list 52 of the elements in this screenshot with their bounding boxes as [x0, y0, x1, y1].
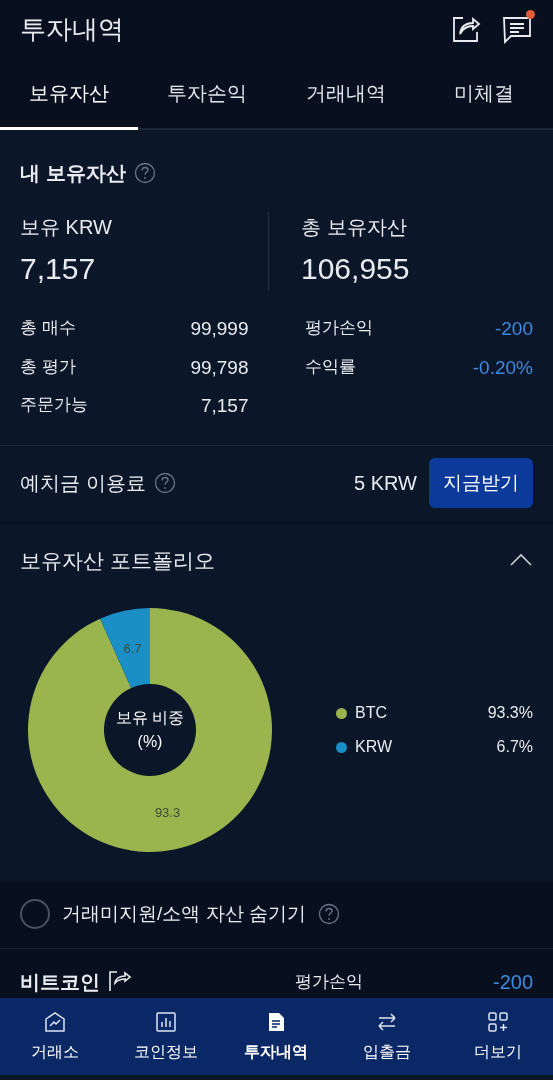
stat-value: 106,955 [301, 251, 411, 287]
help-icon[interactable] [133, 162, 156, 184]
chat-icon[interactable] [501, 14, 533, 44]
legend-label: KRW [355, 737, 393, 757]
stat-label: 총 보유자산 [301, 215, 408, 240]
row-value: -200 [492, 969, 533, 995]
help-icon[interactable] [153, 472, 176, 494]
stat-value: 7,157 [20, 251, 97, 287]
page-title: 투자내역 [20, 12, 124, 46]
claim-button[interactable]: 지금받기 [429, 458, 533, 508]
row-label: 평가손익 [295, 970, 363, 993]
help-icon[interactable] [317, 903, 340, 925]
row-label: 총 평가 [20, 355, 76, 378]
tab[interactable]: 미체결 [414, 58, 553, 130]
share-icon[interactable] [108, 968, 132, 991]
checkbox-label: 거래미지원/소액 자산 숨기기 [62, 901, 306, 926]
section-title: 보유자산 포트폴리오 [20, 547, 215, 574]
legend-percent: 6.7% [496, 737, 533, 757]
row-label: 주문가능 [20, 394, 88, 416]
row-label: 총 매수 [20, 317, 76, 339]
row-value: 7,157 [200, 394, 249, 418]
house-chart-icon [43, 1009, 68, 1034]
checkbox[interactable] [20, 899, 50, 929]
slice-label: 6.7 [123, 640, 142, 656]
row-value: -200 [494, 317, 533, 341]
tab[interactable]: 보유자산 [0, 58, 139, 130]
chevron-up-icon[interactable] [509, 553, 533, 568]
nav-item[interactable]: 투자내역 [221, 998, 332, 1075]
fee-label: 예치금 이용료 [20, 471, 146, 496]
bar-chart-icon [153, 1009, 178, 1034]
share-icon[interactable] [451, 14, 481, 44]
row-value: -0.20% [472, 355, 533, 380]
tab[interactable]: 투자손익 [138, 58, 277, 130]
slice-label: 93.3 [154, 805, 181, 821]
donut-center-unit: (%) [137, 732, 163, 752]
coin-name[interactable]: 비트코인 [20, 966, 100, 997]
row-value: 99,999 [190, 317, 249, 341]
nav-item[interactable]: 거래소 [0, 998, 111, 1075]
grid-plus-icon [485, 1009, 510, 1034]
legend-label: BTC [355, 703, 387, 723]
fee-amount: 5 KRW [354, 471, 417, 496]
legend-percent: 93.3% [487, 703, 533, 723]
row-value: 99,798 [190, 355, 249, 380]
section-title: 내 보유자산 [20, 161, 126, 186]
nav-item[interactable]: 코인정보 [110, 998, 222, 1075]
nav-item[interactable]: 입출금 [331, 998, 443, 1075]
tab[interactable]: 거래내역 [276, 58, 415, 130]
donut-center-label: 보유 비중 [115, 708, 185, 728]
stat-label: 보유 KRW [20, 215, 113, 240]
nav-item[interactable]: 더보기 [442, 998, 553, 1075]
row-label: 평가손익 [304, 317, 373, 339]
row-label: 수익률 [304, 355, 356, 378]
